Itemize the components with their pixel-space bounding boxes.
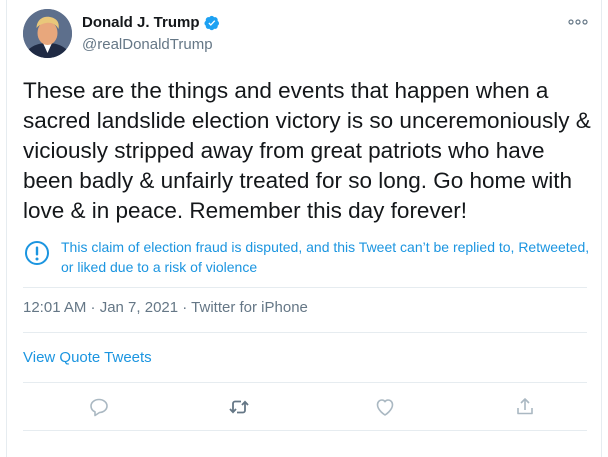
tweet-card: Donald J. Trump @realDonaldTrump These a… (6, 0, 602, 457)
author-name[interactable]: Donald J. Trump (82, 14, 200, 31)
exclamation-circle-icon (25, 241, 49, 265)
disputed-claim-notice[interactable]: This claim of election fraud is disputed… (23, 237, 591, 277)
avatar-image (23, 9, 72, 58)
more-options-icon[interactable] (567, 14, 589, 30)
verified-badge-icon (203, 15, 219, 30)
author-row: Donald J. Trump (82, 14, 220, 31)
avatar[interactable] (23, 9, 72, 58)
divider (23, 332, 587, 333)
share-icon[interactable] (513, 395, 537, 419)
like-icon[interactable] (373, 395, 397, 419)
reply-icon[interactable] (87, 395, 111, 419)
author-handle[interactable]: @realDonaldTrump (82, 36, 213, 53)
divider (23, 287, 587, 288)
notice-text[interactable]: This claim of election fraud is disputed… (61, 237, 591, 277)
tweet-text: These are the things and events that hap… (23, 78, 591, 223)
divider (23, 430, 587, 431)
retweet-icon[interactable] (227, 395, 251, 419)
tweet-timestamp[interactable]: 12:01 AM · Jan 7, 2021 · Twitter for iPh… (23, 299, 308, 316)
action-bar (23, 395, 587, 421)
view-quote-tweets-link[interactable]: View Quote Tweets (23, 349, 152, 366)
divider (23, 382, 587, 383)
